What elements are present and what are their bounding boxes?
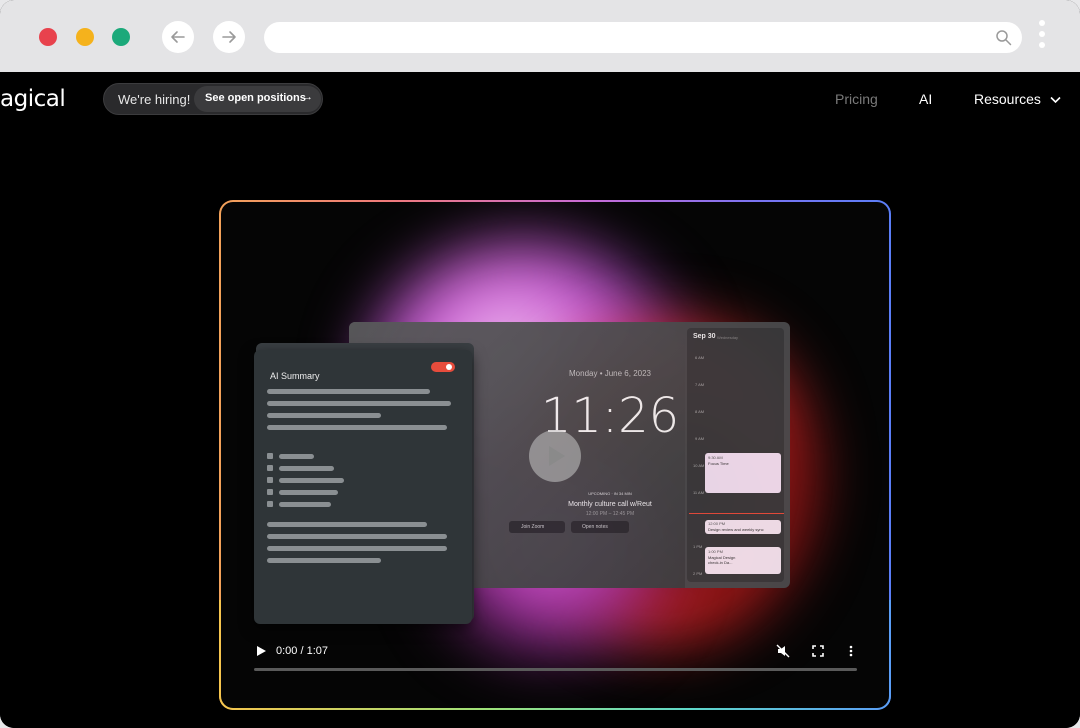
more-options-icon[interactable] (849, 645, 853, 657)
hiring-text: We're hiring! (118, 92, 191, 107)
nav-pricing[interactable]: Pricing (835, 91, 878, 107)
chevron-down-icon[interactable] (1050, 96, 1061, 104)
search-icon (996, 30, 1012, 46)
website: agical We're hiring! See open positions … (0, 72, 1080, 728)
open-notes-button[interactable]: Open notes (571, 521, 629, 533)
current-time-line (689, 513, 784, 514)
join-zoom-button[interactable]: Join Zoom (509, 521, 565, 533)
minimize-window-button[interactable] (76, 28, 94, 46)
meeting-title: Monthly culture call w/Reut (568, 501, 652, 508)
ai-summary-card: AI Summary (254, 350, 472, 624)
close-window-button[interactable] (39, 28, 57, 46)
mute-icon[interactable] (776, 644, 790, 658)
address-bar[interactable] (264, 22, 1022, 53)
calendar-event[interactable]: 1:00 PM Magical Design check-in Da... (705, 547, 781, 574)
back-button[interactable] (162, 21, 194, 53)
see-open-positions-button[interactable]: See open positions → (194, 86, 321, 112)
browser-menu-icon[interactable] (1039, 20, 1047, 54)
maximize-window-button[interactable] (112, 28, 130, 46)
calendar-event[interactable]: 12:00 PM Design review and weekly sync (705, 520, 781, 534)
progress-bar[interactable] (254, 668, 857, 671)
arrow-right-icon (222, 31, 236, 43)
video-frame: Monday • June 6, 2023 11:26 UPCOMING · I… (219, 200, 891, 710)
calendar-event[interactable]: 9:30 AM Focus Time (705, 453, 781, 493)
nav-resources[interactable]: Resources (974, 91, 1041, 107)
ai-summary-toggle[interactable] (431, 362, 455, 372)
video-player[interactable]: Monday • June 6, 2023 11:26 UPCOMING · I… (221, 202, 889, 708)
arrow-right-icon: → (302, 91, 313, 103)
positions-label: See open positions (205, 92, 306, 104)
meeting-time: 12:00 PM – 12:45 PM (585, 511, 635, 517)
nav-ai[interactable]: AI (919, 91, 932, 107)
date-line: Monday • June 6, 2023 (569, 369, 651, 378)
hiring-banner: We're hiring! See open positions → (103, 83, 323, 115)
ai-summary-title: AI Summary (270, 371, 320, 381)
arrow-left-icon (171, 31, 185, 43)
site-logo[interactable]: agical (0, 86, 66, 112)
browser-window: agical We're hiring! See open positions … (0, 0, 1080, 728)
forward-button[interactable] (213, 21, 245, 53)
fullscreen-icon[interactable] (812, 645, 824, 657)
player-time: 0:00 / 1:07 (276, 645, 328, 657)
calendar-panel: Sep 30 Wednesday 6 AM 7 AM 8 AM 9 AM 10 … (687, 328, 784, 582)
play-icon (549, 446, 565, 466)
big-play-button[interactable] (529, 430, 581, 482)
browser-toolbar (0, 0, 1080, 72)
play-icon[interactable] (255, 645, 267, 657)
upcoming-badge: UPCOMING · IN 34 MIN (588, 491, 632, 496)
